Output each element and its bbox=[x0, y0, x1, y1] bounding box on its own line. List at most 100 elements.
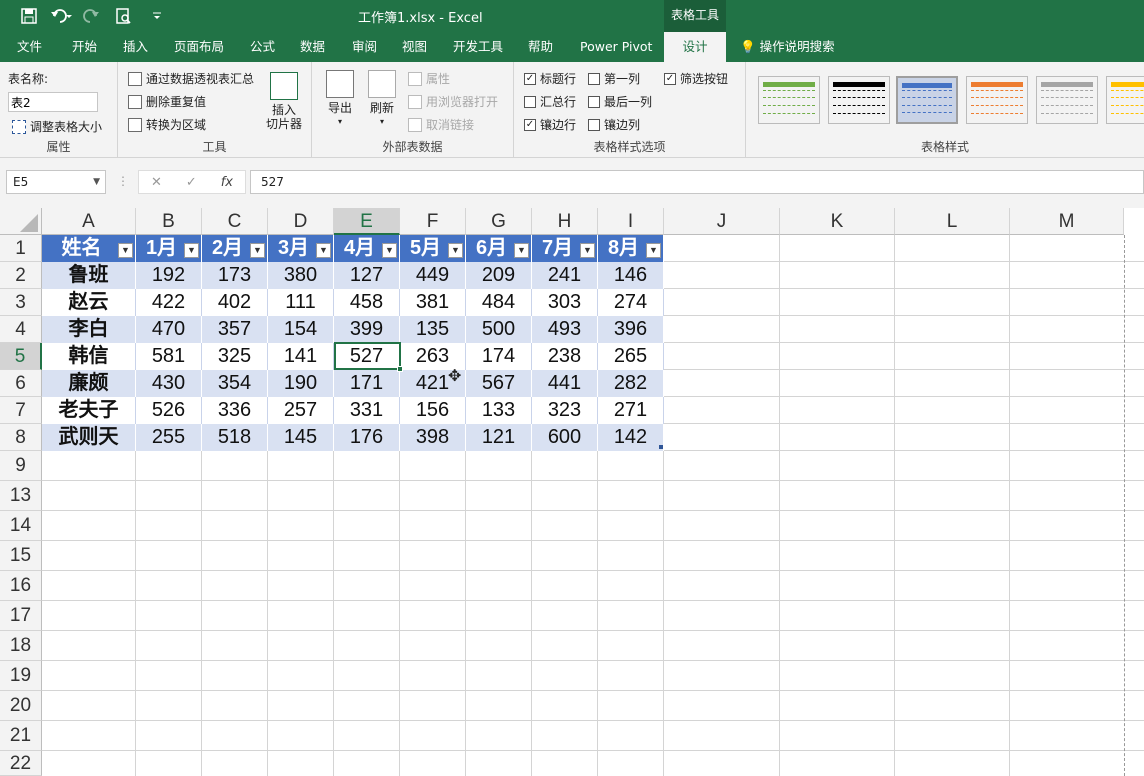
save-icon[interactable] bbox=[18, 6, 40, 26]
tab-help[interactable]: 帮助 bbox=[528, 32, 553, 62]
value-cell[interactable]: 238 bbox=[532, 343, 598, 370]
filter-dropdown-icon[interactable]: ▼ bbox=[184, 243, 199, 258]
value-cell[interactable]: 142 bbox=[598, 424, 664, 451]
value-cell[interactable]: 484 bbox=[466, 289, 532, 316]
value-cell[interactable]: 127 bbox=[334, 262, 400, 289]
value-cell[interactable]: 146 bbox=[598, 262, 664, 289]
table-resize-handle[interactable] bbox=[659, 445, 663, 449]
value-cell[interactable]: 500 bbox=[466, 316, 532, 343]
value-cell[interactable]: 581 bbox=[136, 343, 202, 370]
value-cell[interactable]: 303 bbox=[532, 289, 598, 316]
table-style-swatch[interactable] bbox=[758, 76, 820, 124]
value-cell[interactable]: 174 bbox=[466, 343, 532, 370]
value-cell[interactable]: 111 bbox=[268, 289, 334, 316]
row-header-4[interactable]: 4 bbox=[0, 316, 42, 343]
filter-dropdown-icon[interactable]: ▼ bbox=[514, 243, 529, 258]
tab-review[interactable]: 审阅 bbox=[352, 32, 377, 62]
value-cell[interactable]: 402 bbox=[202, 289, 268, 316]
tab-page-layout[interactable]: 页面布局 bbox=[174, 32, 224, 62]
value-cell[interactable]: 133 bbox=[466, 397, 532, 424]
value-cell[interactable]: 274 bbox=[598, 289, 664, 316]
filter-dropdown-icon[interactable]: ▼ bbox=[448, 243, 463, 258]
value-cell[interactable]: 449 bbox=[400, 262, 466, 289]
table-style-swatch[interactable] bbox=[966, 76, 1028, 124]
remove-duplicates-button[interactable]: 删除重复值 bbox=[128, 93, 206, 110]
customize-qat-icon[interactable] bbox=[146, 6, 168, 26]
table-style-swatch[interactable] bbox=[828, 76, 890, 124]
value-cell[interactable]: 255 bbox=[136, 424, 202, 451]
value-cell[interactable]: 325 bbox=[202, 343, 268, 370]
row-header-17[interactable]: 17 bbox=[0, 601, 42, 631]
row-header-20[interactable]: 20 bbox=[0, 691, 42, 721]
filter-dropdown-icon[interactable]: ▼ bbox=[250, 243, 265, 258]
row-header-16[interactable]: 16 bbox=[0, 571, 42, 601]
filter-dropdown-icon[interactable]: ▼ bbox=[316, 243, 331, 258]
tab-developer[interactable]: 开发工具 bbox=[453, 32, 503, 62]
value-cell[interactable]: 121 bbox=[466, 424, 532, 451]
resize-table-button[interactable]: 调整表格大小 bbox=[12, 118, 102, 135]
tab-data[interactable]: 数据 bbox=[300, 32, 325, 62]
value-cell[interactable]: 192 bbox=[136, 262, 202, 289]
name-cell[interactable]: 李白 bbox=[42, 316, 136, 343]
name-box[interactable]: E5 ▼ bbox=[6, 170, 106, 194]
name-cell[interactable]: 廉颇 bbox=[42, 370, 136, 397]
table-header-cell[interactable]: 1月 ▼ bbox=[136, 235, 202, 262]
table-name-input[interactable] bbox=[8, 92, 98, 112]
filter-dropdown-icon[interactable]: ▼ bbox=[580, 243, 595, 258]
value-cell[interactable]: 354 bbox=[202, 370, 268, 397]
table-header-cell[interactable]: 8月 ▼ bbox=[598, 235, 664, 262]
row-header-7[interactable]: 7 bbox=[0, 397, 42, 424]
row-header-6[interactable]: 6 bbox=[0, 370, 42, 397]
enter-icon[interactable]: ✓ bbox=[186, 175, 197, 190]
row-header-5[interactable]: 5 bbox=[0, 343, 42, 370]
value-cell[interactable]: 518 bbox=[202, 424, 268, 451]
filter-button-checkbox[interactable]: ✓ 筛选按钮 bbox=[664, 70, 728, 87]
summarize-pivot-button[interactable]: 通过数据透视表汇总 bbox=[128, 70, 254, 87]
tab-insert[interactable]: 插入 bbox=[123, 32, 148, 62]
print-preview-icon[interactable] bbox=[114, 6, 136, 26]
name-cell[interactable]: 老夫子 bbox=[42, 397, 136, 424]
row-header-9[interactable]: 9 bbox=[0, 451, 42, 481]
row-header-13[interactable]: 13 bbox=[0, 481, 42, 511]
value-cell[interactable]: 323 bbox=[532, 397, 598, 424]
row-header-18[interactable]: 18 bbox=[0, 631, 42, 661]
column-header-b[interactable]: B bbox=[136, 208, 202, 235]
column-header-a[interactable]: A bbox=[42, 208, 136, 235]
column-header-g[interactable]: G bbox=[466, 208, 532, 235]
value-cell[interactable]: 331 bbox=[334, 397, 400, 424]
row-header-2[interactable]: 2 bbox=[0, 262, 42, 289]
name-cell[interactable]: 鲁班 bbox=[42, 262, 136, 289]
value-cell[interactable]: 441 bbox=[532, 370, 598, 397]
filter-dropdown-icon[interactable]: ▼ bbox=[646, 243, 661, 258]
table-header-cell[interactable]: 5月 ▼ bbox=[400, 235, 466, 262]
banded-rows-checkbox[interactable]: ✓ 镶边行 bbox=[524, 116, 576, 133]
value-cell[interactable]: 135 bbox=[400, 316, 466, 343]
column-header-j[interactable]: J bbox=[664, 208, 780, 235]
select-all-corner[interactable] bbox=[0, 208, 42, 235]
value-cell[interactable]: 526 bbox=[136, 397, 202, 424]
row-header-22[interactable]: 22 bbox=[0, 751, 42, 776]
total-row-checkbox[interactable]: 汇总行 bbox=[524, 93, 576, 110]
refresh-button[interactable]: 刷新 ▾ bbox=[364, 70, 400, 129]
value-cell[interactable]: 271 bbox=[598, 397, 664, 424]
banded-columns-checkbox[interactable]: 镶边列 bbox=[588, 116, 640, 133]
value-cell[interactable]: 145 bbox=[268, 424, 334, 451]
table-header-cell[interactable]: 2月 ▼ bbox=[202, 235, 268, 262]
value-cell[interactable]: 470 bbox=[136, 316, 202, 343]
value-cell[interactable]: 257 bbox=[268, 397, 334, 424]
row-header-19[interactable]: 19 bbox=[0, 661, 42, 691]
insert-slicer-button[interactable]: 插入 切片器 bbox=[262, 72, 306, 131]
value-cell[interactable]: 567 bbox=[466, 370, 532, 397]
tab-file[interactable]: 文件 bbox=[17, 32, 42, 62]
value-cell[interactable]: 380 bbox=[268, 262, 334, 289]
formula-input[interactable]: 527 bbox=[250, 170, 1144, 194]
value-cell[interactable]: 357 bbox=[202, 316, 268, 343]
value-cell[interactable]: 173 bbox=[202, 262, 268, 289]
undo-icon[interactable] bbox=[50, 6, 72, 26]
table-header-cell[interactable]: 姓名 ▼ bbox=[42, 235, 136, 262]
table-header-cell[interactable]: 3月 ▼ bbox=[268, 235, 334, 262]
value-cell[interactable]: 209 bbox=[466, 262, 532, 289]
value-cell[interactable]: 430 bbox=[136, 370, 202, 397]
column-header-m[interactable]: M bbox=[1010, 208, 1124, 235]
export-button[interactable]: 导出 ▾ bbox=[322, 70, 358, 129]
